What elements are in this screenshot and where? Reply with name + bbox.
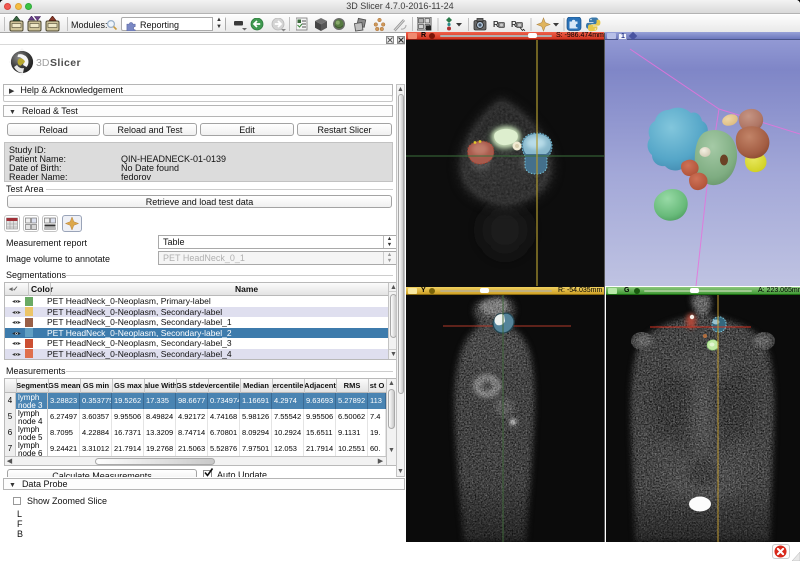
svg-text:R: R	[493, 20, 499, 29]
svg-text:3D: 3D	[36, 57, 50, 69]
svg-text:Slicer: Slicer	[50, 57, 81, 69]
svg-text:R: R	[511, 20, 517, 29]
